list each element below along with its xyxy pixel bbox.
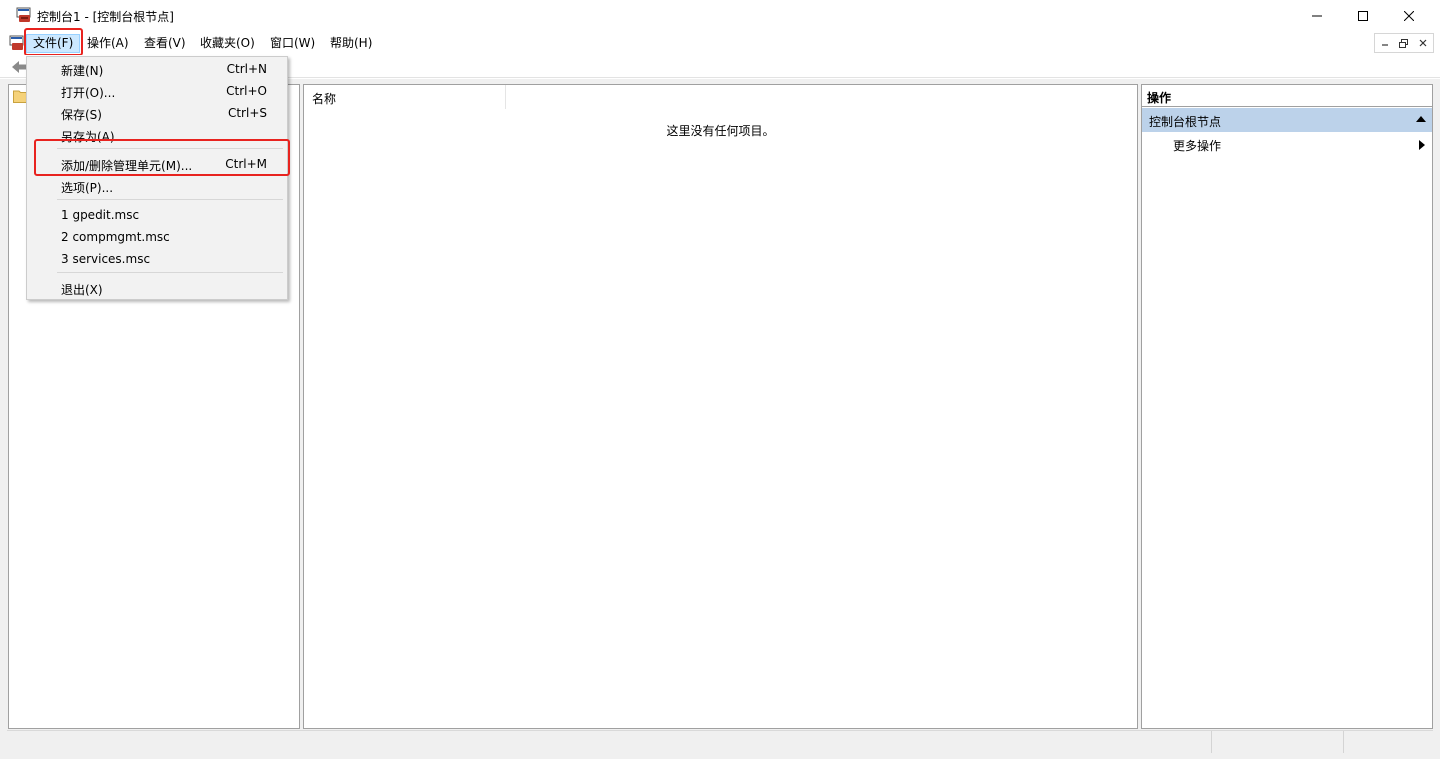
menu-view[interactable]: 查看(V) <box>138 34 192 53</box>
file-menu-highlight-box <box>24 28 83 56</box>
status-bar <box>7 730 1433 753</box>
menu-separator <box>57 272 283 273</box>
add-remove-snapin-highlight-box <box>34 139 290 176</box>
action-pane-title: 操作 <box>1142 85 1432 107</box>
console-doc-icon[interactable] <box>9 35 25 51</box>
maximize-button[interactable] <box>1340 0 1386 31</box>
mdi-window-controls <box>1374 33 1434 53</box>
menu-favorites[interactable]: 收藏夹(O) <box>194 34 261 53</box>
file-menu-item-label: 退出(X) <box>61 283 103 297</box>
status-cell-divider <box>1211 731 1212 753</box>
submenu-arrow-icon <box>1419 140 1425 150</box>
back-arrow-icon[interactable] <box>11 59 27 75</box>
status-cell-divider <box>1343 731 1344 753</box>
file-menu-item-recent-2[interactable]: 2 compmgmt.msc <box>27 226 287 248</box>
action-group-label: 控制台根节点 <box>1149 115 1222 129</box>
file-menu-item-label: 1 gpedit.msc <box>61 208 140 222</box>
file-menu-item-save[interactable]: 保存(S) Ctrl+S <box>27 102 287 124</box>
empty-list-message: 这里没有任何项目。 <box>666 124 775 138</box>
collapse-caret-icon[interactable] <box>1416 116 1426 122</box>
more-actions-item[interactable]: 更多操作 <box>1142 133 1432 157</box>
file-menu-item-open[interactable]: 打开(O)... Ctrl+O <box>27 80 287 102</box>
file-menu-item-label: 2 compmgmt.msc <box>61 230 170 244</box>
action-group-header[interactable]: 控制台根节点 <box>1142 108 1432 132</box>
menu-bar: 文件(F) 操作(A) 查看(V) 收藏夹(O) 窗口(W) 帮助(H) <box>0 31 1440 54</box>
file-menu-item-label: 保存(S) <box>61 108 102 122</box>
file-menu-item-exit[interactable]: 退出(X) <box>27 277 287 299</box>
shortcut-label: Ctrl+N <box>226 62 267 76</box>
more-actions-label: 更多操作 <box>1173 139 1222 153</box>
file-menu-item-label: 新建(N) <box>61 64 104 78</box>
file-menu-item-recent-3[interactable]: 3 services.msc <box>27 248 287 270</box>
file-menu-item-new[interactable]: 新建(N) Ctrl+N <box>27 58 287 80</box>
file-menu-item-label: 3 services.msc <box>61 252 151 266</box>
close-button[interactable] <box>1386 0 1432 31</box>
file-menu-item-options[interactable]: 选项(P)... <box>27 175 287 197</box>
menu-action[interactable]: 操作(A) <box>81 34 135 53</box>
result-pane[interactable]: 名称 这里没有任何项目。 <box>303 84 1138 729</box>
file-menu-item-recent-1[interactable]: 1 gpedit.msc <box>27 204 287 226</box>
window-title: 控制台1 - [控制台根节点] <box>37 10 174 24</box>
file-menu-item-label: 选项(P)... <box>61 181 114 195</box>
shortcut-label: Ctrl+S <box>227 106 267 120</box>
mdi-close-button[interactable] <box>1414 34 1433 52</box>
column-header-name[interactable]: 名称 <box>304 85 506 109</box>
menu-help[interactable]: 帮助(H) <box>324 34 378 53</box>
action-pane: 操作 控制台根节点 更多操作 <box>1141 84 1433 729</box>
menu-separator <box>57 199 283 200</box>
mdi-restore-button[interactable] <box>1394 34 1413 52</box>
mmc-app-icon[interactable] <box>16 7 32 23</box>
shortcut-label: Ctrl+O <box>226 84 267 98</box>
mdi-minimize-button[interactable] <box>1375 34 1394 52</box>
file-menu-item-label: 打开(O)... <box>61 86 116 100</box>
menu-window[interactable]: 窗口(W) <box>264 34 321 53</box>
file-menu-dropdown: 新建(N) Ctrl+N 打开(O)... Ctrl+O 保存(S) Ctrl+… <box>26 56 288 300</box>
minimize-button[interactable] <box>1294 0 1340 31</box>
title-bar: 控制台1 - [控制台根节点] <box>0 0 1440 31</box>
